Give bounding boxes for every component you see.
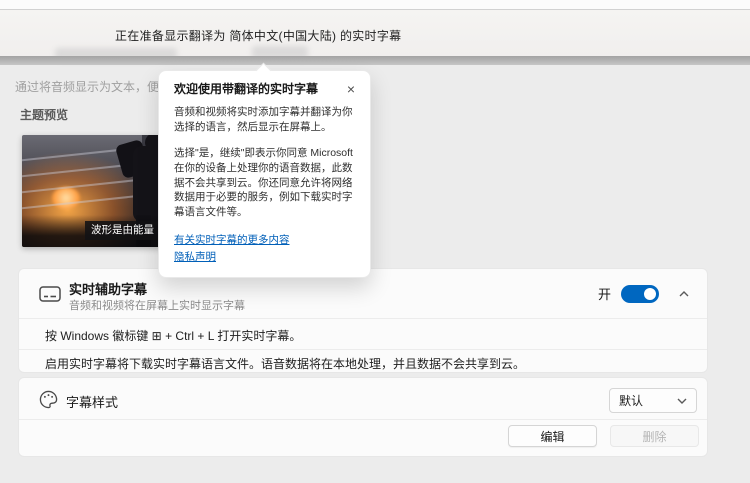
live-captions-toggle[interactable]: [621, 284, 659, 303]
toggle-knob: [644, 287, 656, 300]
row-separator: [19, 318, 707, 319]
live-captions-card: 实时辅助字幕 音频和视频将在屏幕上实时显示字幕 开 按 Windows 徽标键 …: [18, 268, 708, 373]
preview-caption-text: 波形是由能量: [85, 221, 160, 240]
caption-style-title: 字幕样式: [66, 395, 119, 410]
delete-style-button: 删除: [610, 425, 699, 447]
collapse-expander[interactable]: [673, 283, 695, 305]
sun: [52, 187, 80, 209]
live-captions-bar: 正在准备显示翻译为 简体中文(中国大陆) 的实时字幕: [0, 10, 750, 61]
chevron-up-icon: [679, 290, 689, 296]
shortcut-info-text: 按 Windows 徽标键 ⊞ + Ctrl + L 打开实时字幕。: [45, 329, 302, 343]
popup-title: 欢迎使用带翻译的实时字幕: [174, 82, 319, 96]
welcome-popup: 欢迎使用带翻译的实时字幕 × 音频和视频将实时添加字幕并翻译为你选择的语言，然后…: [158, 62, 371, 279]
popup-consent-text: 选择"是，继续"即表示你同意 Microsoft 在你的设备上处理你的语音数据，…: [174, 147, 353, 219]
live-captions-title: 实时辅助字幕: [69, 282, 148, 297]
caption-style-card: 字幕样式 默认 编辑 删除: [18, 377, 708, 457]
captions-window-top-strip: [0, 0, 750, 10]
caption-style-dropdown[interactable]: 默认: [609, 388, 697, 413]
local-processing-info-text: 启用实时字幕将下载实时字幕语言文件。语音数据将在本地处理，并且数据不会共享到云。: [45, 357, 526, 371]
captions-window-bottom-edge: [0, 56, 750, 65]
settings-live-captions-screen: 正在准备显示翻译为 简体中文(中国大陆) 的实时字幕 通过将音频显示为文本，便你…: [0, 0, 750, 483]
edit-style-button[interactable]: 编辑: [508, 425, 597, 447]
row-separator: [19, 419, 707, 420]
live-captions-subtitle: 音频和视频将在屏幕上实时显示字幕: [69, 300, 245, 312]
palette-icon: [39, 390, 58, 414]
captions-icon: [39, 286, 61, 307]
chevron-down-icon: [677, 398, 687, 404]
caption-status-text: 正在准备显示翻译为 简体中文(中国大陆) 的实时字幕: [115, 29, 402, 43]
popup-intro-text: 音频和视频将实时添加字幕并翻译为你选择的语言，然后显示在屏幕上。: [174, 106, 353, 133]
privacy-statement-link[interactable]: 隐私声明: [174, 249, 355, 266]
learn-more-link[interactable]: 有关实时字幕的更多内容: [174, 232, 355, 249]
popup-callout-arrow: [255, 62, 272, 79]
dropdown-selected-value: 默认: [619, 394, 644, 408]
toggle-state-label: 开: [597, 287, 611, 302]
close-icon[interactable]: ×: [343, 80, 359, 98]
row-separator: [19, 349, 707, 350]
theme-preview-label: 主题预览: [20, 108, 69, 122]
